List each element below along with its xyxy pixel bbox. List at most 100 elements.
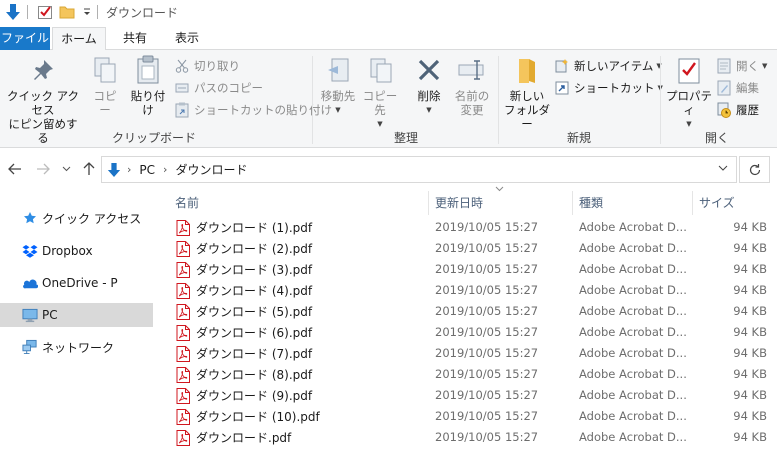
rename-button[interactable]: 名前の 変更: [450, 54, 494, 117]
table-row[interactable]: ダウンロード.pdf 2019/10/05 15:27 Adobe Acrobat …: [157, 427, 777, 448]
file-date: 2019/10/05 15:27: [435, 325, 539, 339]
table-row[interactable]: ダウンロード (4).pdf 2019/10/05 15:27 Adobe Acro…: [157, 280, 777, 301]
delete-label: 削除: [417, 89, 441, 103]
pdf-file-icon: [176, 240, 196, 257]
table-row[interactable]: ダウンロード (5).pdf 2019/10/05 15:27 Adobe Acro…: [157, 301, 777, 322]
file-name-cell[interactable]: ダウンロード (3).pdf: [176, 261, 312, 278]
file-name: ダウンロード (4).pdf: [196, 284, 313, 298]
history-button[interactable]: 履歴: [716, 100, 759, 120]
tab-share[interactable]: 共有: [112, 27, 158, 50]
sidebar-item-label: ネットワーク: [42, 340, 115, 355]
quick-access-dropdown-icon[interactable]: [78, 3, 96, 21]
breadcrumb-downloads[interactable]: ダウンロード: [175, 161, 247, 178]
clipboard-icon: [132, 54, 164, 86]
address-bar[interactable]: › PC › ダウンロード: [101, 156, 737, 183]
properties-icon: [673, 54, 705, 86]
paste-button[interactable]: 貼り付け: [126, 54, 170, 117]
new-folder-icon[interactable]: [58, 3, 76, 21]
move-to-button[interactable]: 移動先 ▼: [318, 54, 358, 117]
table-row[interactable]: ダウンロード (1).pdf 2019/10/05 15:27 Adobe Acro…: [157, 217, 777, 238]
file-name-cell[interactable]: ダウンロード (9).pdf: [176, 387, 312, 404]
sidebar-item-pc[interactable]: PC: [0, 303, 153, 327]
table-row[interactable]: ダウンロード (8).pdf 2019/10/05 15:27 Adobe Acro…: [157, 364, 777, 385]
cut-button[interactable]: 切り取り: [174, 56, 240, 76]
move-to-label: 移動先: [320, 89, 356, 103]
sidebar-item-label: OneDrive - P: [42, 276, 118, 290]
refresh-button[interactable]: [739, 156, 770, 183]
folder-icon: [511, 54, 543, 86]
properties-check-icon[interactable]: [36, 3, 54, 21]
pin-quick-access-button[interactable]: クイック アクセス にピン留めする: [4, 54, 82, 145]
file-name-cell[interactable]: ダウンロード (5).pdf: [176, 303, 312, 320]
file-name: ダウンロード (9).pdf: [196, 389, 313, 403]
file-type: Adobe Acrobat D...: [579, 367, 687, 381]
table-row[interactable]: ダウンロード (6).pdf 2019/10/05 15:27 Adobe Acro…: [157, 322, 777, 343]
file-name: ダウンロード (2).pdf: [196, 242, 313, 256]
file-name-cell[interactable]: ダウンロード (10).pdf: [176, 408, 320, 425]
file-name: ダウンロード (1).pdf: [196, 221, 313, 235]
table-row[interactable]: ダウンロード (10).pdf 2019/10/05 15:27 Adobe Acr…: [157, 406, 777, 427]
copy-button[interactable]: コピー: [88, 54, 122, 117]
sidebar-item-dropbox[interactable]: Dropbox: [0, 239, 153, 263]
file-size: 94 KB: [733, 346, 767, 360]
new-item-button[interactable]: 新しいアイテム ▼: [554, 56, 662, 76]
ribbon-group-separator: [660, 56, 661, 144]
file-name-cell[interactable]: ダウンロード (2).pdf: [176, 240, 312, 257]
shortcut-button[interactable]: ショートカット ▼: [554, 78, 663, 98]
file-name-cell[interactable]: ダウンロード.pdf: [176, 429, 291, 446]
file-size: 94 KB: [733, 430, 767, 444]
downloads-arrow-icon[interactable]: [4, 3, 22, 21]
tab-file[interactable]: ファイル: [0, 27, 50, 50]
edit-label: 編集: [736, 81, 759, 95]
open-button[interactable]: 開く ▼: [716, 56, 767, 76]
table-row[interactable]: ダウンロード (2).pdf 2019/10/05 15:27 Adobe Acro…: [157, 238, 777, 259]
sidebar-item-label: クイック アクセス: [42, 211, 142, 226]
file-name-cell[interactable]: ダウンロード (8).pdf: [176, 366, 312, 383]
table-row[interactable]: ダウンロード (3).pdf 2019/10/05 15:27 Adobe Acro…: [157, 259, 777, 280]
file-name-cell[interactable]: ダウンロード (6).pdf: [176, 324, 312, 341]
breadcrumb-chevron-icon[interactable]: ›: [127, 163, 131, 176]
sidebar-item-quick-access[interactable]: クイック アクセス: [0, 206, 153, 230]
copy-path-button[interactable]: パスのコピー: [174, 78, 263, 98]
paste-shortcut-button[interactable]: ショートカットの貼り付け: [174, 100, 332, 120]
column-header-type[interactable]: 種類: [561, 187, 691, 219]
file-size: 94 KB: [733, 304, 767, 318]
network-icon: [22, 339, 38, 355]
delete-caret-icon: ▼: [426, 106, 432, 114]
clipboard-group-label: クリップボード: [111, 131, 196, 145]
table-row[interactable]: ダウンロード (7).pdf 2019/10/05 15:27 Adobe Acro…: [157, 343, 777, 364]
sidebar-item-network[interactable]: ネットワーク: [0, 335, 153, 359]
file-date: 2019/10/05 15:27: [435, 346, 539, 360]
copy-to-button[interactable]: コピー先 ▼: [360, 54, 400, 131]
column-header-name[interactable]: 名前: [157, 187, 428, 219]
breadcrumb-pc[interactable]: PC: [139, 163, 155, 177]
copy-path-icon: [174, 80, 190, 96]
file-name-cell[interactable]: ダウンロード (7).pdf: [176, 345, 312, 362]
recent-locations-chevron-icon[interactable]: [60, 160, 72, 178]
ribbon: クイック アクセス にピン留めする コピー 貼り付け 切り取り パスのコピー シ…: [0, 50, 777, 148]
new-folder-button[interactable]: 新しい フォルダー: [502, 54, 552, 131]
back-arrow-icon[interactable]: [6, 160, 24, 178]
new-group-label: 新規: [566, 131, 591, 145]
file-date: 2019/10/05 15:27: [435, 430, 539, 444]
delete-button[interactable]: 削除 ▼: [412, 54, 446, 117]
up-arrow-icon[interactable]: [80, 160, 98, 178]
forward-arrow-icon[interactable]: [34, 160, 52, 178]
sidebar-item-onedrive[interactable]: OneDrive - P: [0, 271, 153, 295]
column-header-size[interactable]: サイズ: [681, 187, 771, 219]
address-dropdown-icon[interactable]: [718, 163, 728, 174]
file-name-cell[interactable]: ダウンロード (4).pdf: [176, 282, 312, 299]
file-name: ダウンロード.pdf: [196, 431, 292, 445]
column-header-date[interactable]: 更新日時: [417, 187, 571, 219]
tab-home[interactable]: ホーム: [52, 27, 106, 51]
move-to-icon: [322, 54, 354, 86]
new-folder-label-line1: 新しい: [509, 89, 545, 103]
tab-view[interactable]: 表示: [164, 27, 210, 50]
properties-button[interactable]: プロパティ ▼: [664, 54, 714, 131]
file-name-cell[interactable]: ダウンロード (1).pdf: [176, 219, 312, 236]
breadcrumb-chevron-icon[interactable]: ›: [163, 163, 167, 176]
downloads-location-icon: [107, 161, 123, 179]
edit-button[interactable]: 編集: [716, 78, 759, 98]
pdf-file-icon: [176, 366, 196, 383]
table-row[interactable]: ダウンロード (9).pdf 2019/10/05 15:27 Adobe Acro…: [157, 385, 777, 406]
